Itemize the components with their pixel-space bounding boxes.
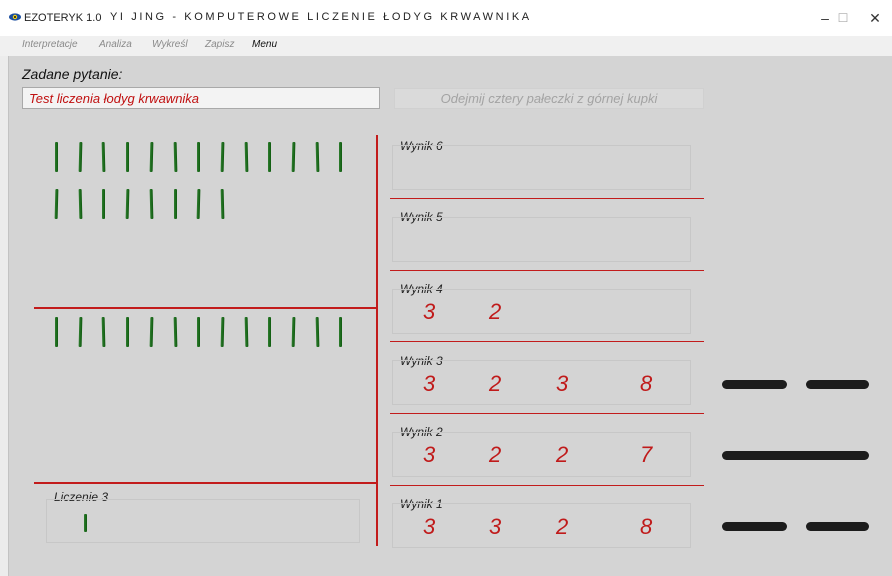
yarrow-stick xyxy=(339,317,343,347)
yarrow-stick xyxy=(244,316,248,348)
yarrow-stick xyxy=(196,188,201,220)
yarrow-stick xyxy=(220,188,225,220)
yarrow-stick xyxy=(101,141,106,173)
result-divider-3-2 xyxy=(390,413,704,414)
menu-item-analiza[interactable]: Analiza xyxy=(99,39,132,50)
yarrow-stick xyxy=(291,316,296,348)
result-1-value: 3 xyxy=(423,514,436,539)
yarrow-stick xyxy=(268,317,272,347)
counting-box xyxy=(46,499,360,543)
result-divider-5-4 xyxy=(390,270,704,271)
result-3-value: 3 xyxy=(556,371,569,396)
question-label: Zadane pytanie: xyxy=(22,66,123,82)
result-divider-2-1 xyxy=(390,485,704,486)
result-3-value: 3 xyxy=(423,371,436,396)
yarrow-stick xyxy=(102,189,106,219)
menu-bar: Interpretacje Analiza Wykreśl Zapisz Men… xyxy=(0,36,892,56)
menu-item-wykresl[interactable]: Wykreśl xyxy=(152,39,188,50)
eye-logo-icon xyxy=(9,13,21,21)
subtract-four-sticks-button[interactable]: Odejmij cztery pałeczki z górnej kupki xyxy=(394,88,704,109)
title-bar: EZOTERYK 1.0 YI JING - KOMPUTEROWE LICZE… xyxy=(0,0,892,36)
result-6-box xyxy=(392,145,691,190)
result-2-value: 7 xyxy=(640,442,653,467)
result-3-value: 2 xyxy=(489,371,502,396)
vertical-divider-line xyxy=(376,135,378,546)
yin-line-segment xyxy=(722,380,787,389)
yarrow-stick xyxy=(149,141,154,173)
yarrow-stick xyxy=(78,141,83,173)
yarrow-stick xyxy=(268,142,272,172)
counting-separator-line xyxy=(34,482,377,484)
yarrow-stick xyxy=(315,141,320,173)
result-divider-4-3 xyxy=(390,341,704,342)
yarrow-stick xyxy=(244,141,248,173)
yarrow-stick xyxy=(55,142,58,172)
result-4-value: 2 xyxy=(489,299,502,324)
menu-item-zapisz[interactable]: Zapisz xyxy=(205,39,234,50)
yarrow-stick xyxy=(126,142,130,172)
menu-item-menu[interactable]: Menu xyxy=(252,39,277,50)
yarrow-stick xyxy=(315,316,320,348)
yin-line-segment xyxy=(806,380,869,389)
window-title: YI JING - KOMPUTEROWE LICZENIE ŁODYG KRW… xyxy=(110,11,532,23)
pile-separator-line xyxy=(34,307,377,309)
yarrow-stick xyxy=(126,317,130,347)
question-input[interactable] xyxy=(22,87,380,109)
maximize-icon: ☐ xyxy=(837,11,849,25)
close-icon: ✕ xyxy=(869,9,881,26)
yarrow-stick xyxy=(173,189,177,219)
yin-line-segment xyxy=(722,522,787,531)
yang-line xyxy=(722,451,869,460)
yarrow-stick xyxy=(54,188,59,220)
yin-line-segment xyxy=(806,522,869,531)
yarrow-stick xyxy=(84,514,87,532)
yarrow-stick xyxy=(173,316,177,348)
yarrow-stick xyxy=(78,316,83,348)
result-4-box xyxy=(392,289,691,334)
yarrow-stick xyxy=(78,188,83,220)
menu-item-interpretacje[interactable]: Interpretacje xyxy=(22,39,78,50)
result-5-box xyxy=(392,217,691,262)
yarrow-stick xyxy=(197,142,201,172)
yarrow-stick xyxy=(125,188,130,220)
result-1-value: 8 xyxy=(640,514,653,539)
yarrow-stick xyxy=(55,317,58,347)
maximize-button[interactable]: ☐ xyxy=(832,8,854,28)
result-3-value: 8 xyxy=(640,371,653,396)
yarrow-stick xyxy=(339,142,343,172)
result-2-value: 3 xyxy=(423,442,436,467)
yarrow-stick xyxy=(101,316,106,348)
result-1-value: 2 xyxy=(556,514,569,539)
yarrow-stick xyxy=(173,141,177,173)
result-2-value: 2 xyxy=(556,442,569,467)
result-divider-6-5 xyxy=(390,198,704,199)
yarrow-stick xyxy=(220,141,225,173)
result-2-value: 2 xyxy=(489,442,502,467)
yarrow-stick xyxy=(220,316,225,348)
yarrow-stick xyxy=(197,317,201,347)
yarrow-stick xyxy=(149,188,154,220)
app-name: EZOTERYK 1.0 xyxy=(24,12,102,24)
close-button[interactable]: ✕ xyxy=(864,8,886,28)
result-1-value: 3 xyxy=(489,514,502,539)
minimize-icon: – xyxy=(821,10,829,26)
result-4-value: 3 xyxy=(423,299,436,324)
yarrow-stick xyxy=(149,316,154,348)
window-left-edge xyxy=(0,56,9,576)
yarrow-stick xyxy=(291,141,296,173)
